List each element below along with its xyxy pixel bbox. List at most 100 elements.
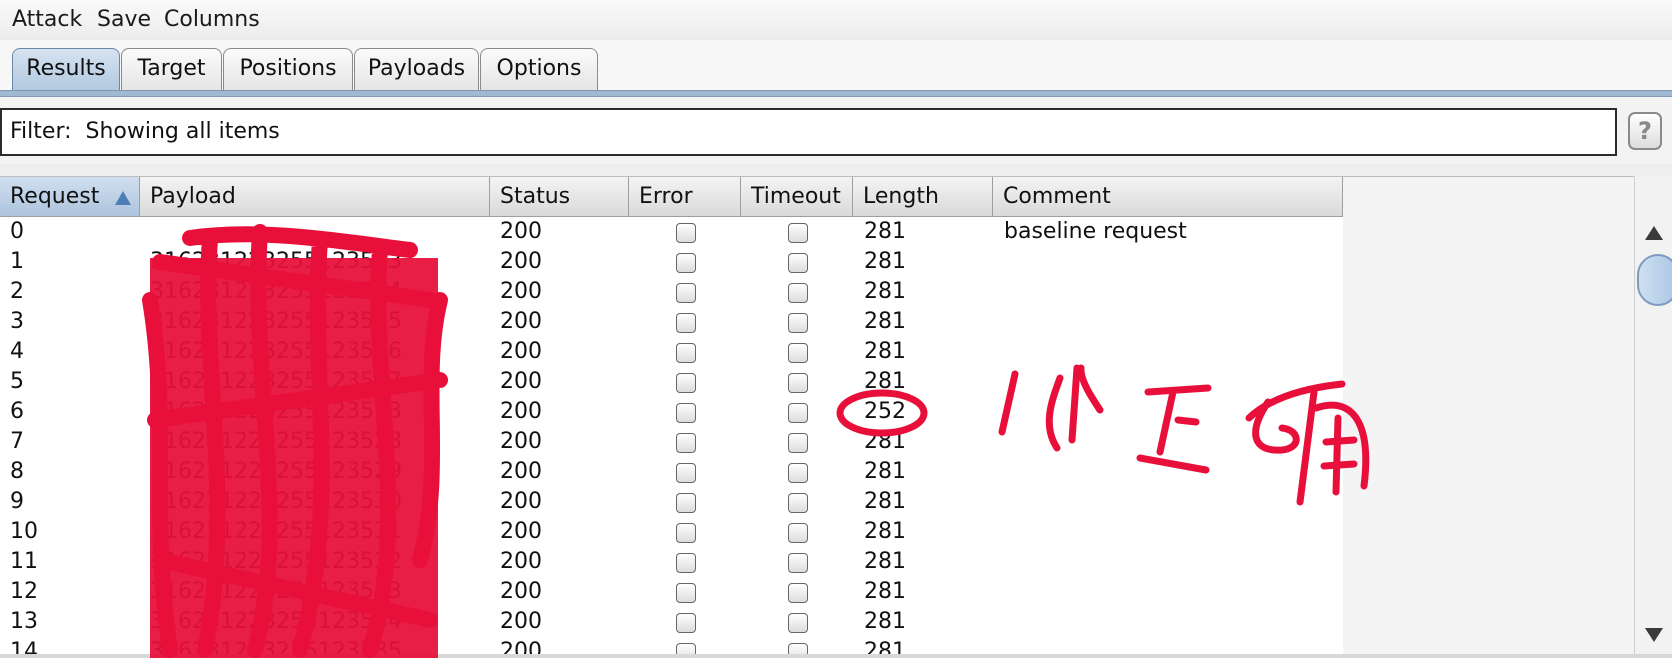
cell-length: 281 — [864, 249, 906, 274]
timeout-checkbox[interactable] — [788, 373, 808, 393]
error-checkbox[interactable] — [676, 253, 696, 273]
cell-length: 281 — [864, 309, 906, 334]
tab-target[interactable]: Target — [121, 48, 222, 90]
cell-status: 200 — [500, 279, 542, 304]
help-button[interactable]: ? — [1628, 112, 1662, 150]
cell-request: 14 — [10, 639, 38, 655]
column-request[interactable]: Request — [0, 177, 140, 217]
error-checkbox[interactable] — [676, 223, 696, 243]
tab-options[interactable]: Options — [480, 48, 598, 90]
table-row[interactable]: 9 316231223255123530 200 281 — [0, 487, 1343, 517]
scroll-down-icon[interactable] — [1645, 628, 1663, 642]
timeout-checkbox[interactable] — [788, 493, 808, 513]
column-length[interactable]: Length — [853, 177, 993, 217]
column-payload[interactable]: Payload — [140, 177, 490, 217]
cell-status: 200 — [500, 309, 542, 334]
cell-payload: 316231223255123526 — [150, 339, 402, 364]
cell-payload: 316231223255123535 — [150, 639, 402, 655]
table-header: Request Payload Status Error Timeout Len… — [0, 177, 1343, 217]
vertical-scrollbar[interactable] — [1634, 176, 1672, 654]
timeout-checkbox[interactable] — [788, 583, 808, 603]
table-row[interactable]: 8 316231223255123529 200 281 — [0, 457, 1343, 487]
error-checkbox[interactable] — [676, 313, 696, 333]
timeout-checkbox[interactable] — [788, 433, 808, 453]
error-checkbox[interactable] — [676, 523, 696, 543]
cell-request: 12 — [10, 579, 38, 604]
menu-attack[interactable]: Attack — [12, 6, 82, 34]
results-table: Request Payload Status Error Timeout Len… — [0, 176, 1634, 655]
cell-status: 200 — [500, 429, 542, 454]
table-row[interactable]: 5 316231223255123527 200 281 — [0, 367, 1343, 397]
cell-status: 200 — [500, 489, 542, 514]
table-row[interactable]: 7 316231223255123528 200 281 — [0, 427, 1343, 457]
scroll-up-icon[interactable] — [1645, 226, 1663, 240]
menu-columns[interactable]: Columns — [164, 6, 260, 34]
table-row[interactable]: 2 316231223255123524 200 281 — [0, 277, 1343, 307]
timeout-checkbox[interactable] — [788, 283, 808, 303]
tab-payloads[interactable]: Payloads — [354, 48, 479, 90]
table-row[interactable]: 11 316231223255123532 200 281 — [0, 547, 1343, 577]
menu-save[interactable]: Save — [97, 6, 151, 34]
table-empty-area — [1343, 177, 1634, 655]
sort-ascending-icon — [115, 191, 131, 205]
table-row[interactable]: 12 316231223255123533 200 281 — [0, 577, 1343, 607]
timeout-checkbox[interactable] — [788, 253, 808, 273]
timeout-checkbox[interactable] — [788, 553, 808, 573]
cell-payload: 316231223255123531 — [150, 519, 402, 544]
cell-length: 281 — [864, 489, 906, 514]
cell-payload: 316231223255123534 — [150, 609, 402, 634]
cell-length: 281 — [864, 459, 906, 484]
cell-payload: 316231223255123533 — [150, 399, 402, 424]
tab-positions[interactable]: Positions — [223, 48, 353, 90]
cell-length: 281 — [864, 279, 906, 304]
cell-request: 10 — [10, 519, 38, 544]
cell-request: 8 — [10, 459, 24, 484]
error-checkbox[interactable] — [676, 493, 696, 513]
cell-request: 1 — [10, 249, 24, 274]
cell-request: 2 — [10, 279, 24, 304]
cell-payload: 316231223255123529 — [150, 459, 402, 484]
cell-length: 281 — [864, 429, 906, 454]
column-timeout[interactable]: Timeout — [741, 177, 853, 217]
column-error[interactable]: Error — [629, 177, 741, 217]
filter-bar[interactable]: Filter: Showing all items — [0, 108, 1617, 156]
timeout-checkbox[interactable] — [788, 223, 808, 243]
error-checkbox[interactable] — [676, 373, 696, 393]
table-row[interactable]: 1 316231223255123523 200 281 — [0, 247, 1343, 277]
cell-payload: 316231223255123524 — [150, 279, 402, 304]
error-checkbox[interactable] — [676, 553, 696, 573]
filter-label: Filter: — [10, 119, 72, 144]
table-row[interactable]: 13 316231223255123534 200 281 — [0, 607, 1343, 637]
timeout-checkbox[interactable] — [788, 343, 808, 363]
timeout-checkbox[interactable] — [788, 403, 808, 423]
timeout-checkbox[interactable] — [788, 463, 808, 483]
table-row[interactable]: 14 316231223255123535 200 281 — [0, 637, 1343, 655]
cell-status: 200 — [500, 519, 542, 544]
scroll-thumb[interactable] — [1637, 254, 1672, 306]
cell-status: 200 — [500, 549, 542, 574]
error-checkbox[interactable] — [676, 463, 696, 483]
timeout-checkbox[interactable] — [788, 313, 808, 333]
table-row[interactable]: 4 316231223255123526 200 281 — [0, 337, 1343, 367]
timeout-checkbox[interactable] — [788, 613, 808, 633]
cell-length: 281 — [864, 639, 906, 655]
table-row[interactable]: 3 316231223255123525 200 281 — [0, 307, 1343, 337]
error-checkbox[interactable] — [676, 403, 696, 423]
column-status[interactable]: Status — [490, 177, 629, 217]
error-checkbox[interactable] — [676, 583, 696, 603]
error-checkbox[interactable] — [676, 283, 696, 303]
timeout-checkbox[interactable] — [788, 523, 808, 543]
column-comment[interactable]: Comment — [993, 177, 1343, 217]
table-row[interactable]: 10 316231223255123531 200 281 — [0, 517, 1343, 547]
error-checkbox[interactable] — [676, 343, 696, 363]
error-checkbox[interactable] — [676, 433, 696, 453]
cell-status: 200 — [500, 579, 542, 604]
table-row[interactable]: 0 200 281 baseline request — [0, 217, 1343, 247]
tab-results[interactable]: Results — [12, 48, 120, 90]
cell-status: 200 — [500, 339, 542, 364]
table-row[interactable]: 6 316231223255123533 200 252 — [0, 397, 1343, 427]
cell-status: 200 — [500, 219, 542, 244]
error-checkbox[interactable] — [676, 613, 696, 633]
filter-text: Showing all items — [85, 119, 280, 144]
cell-status: 200 — [500, 459, 542, 484]
